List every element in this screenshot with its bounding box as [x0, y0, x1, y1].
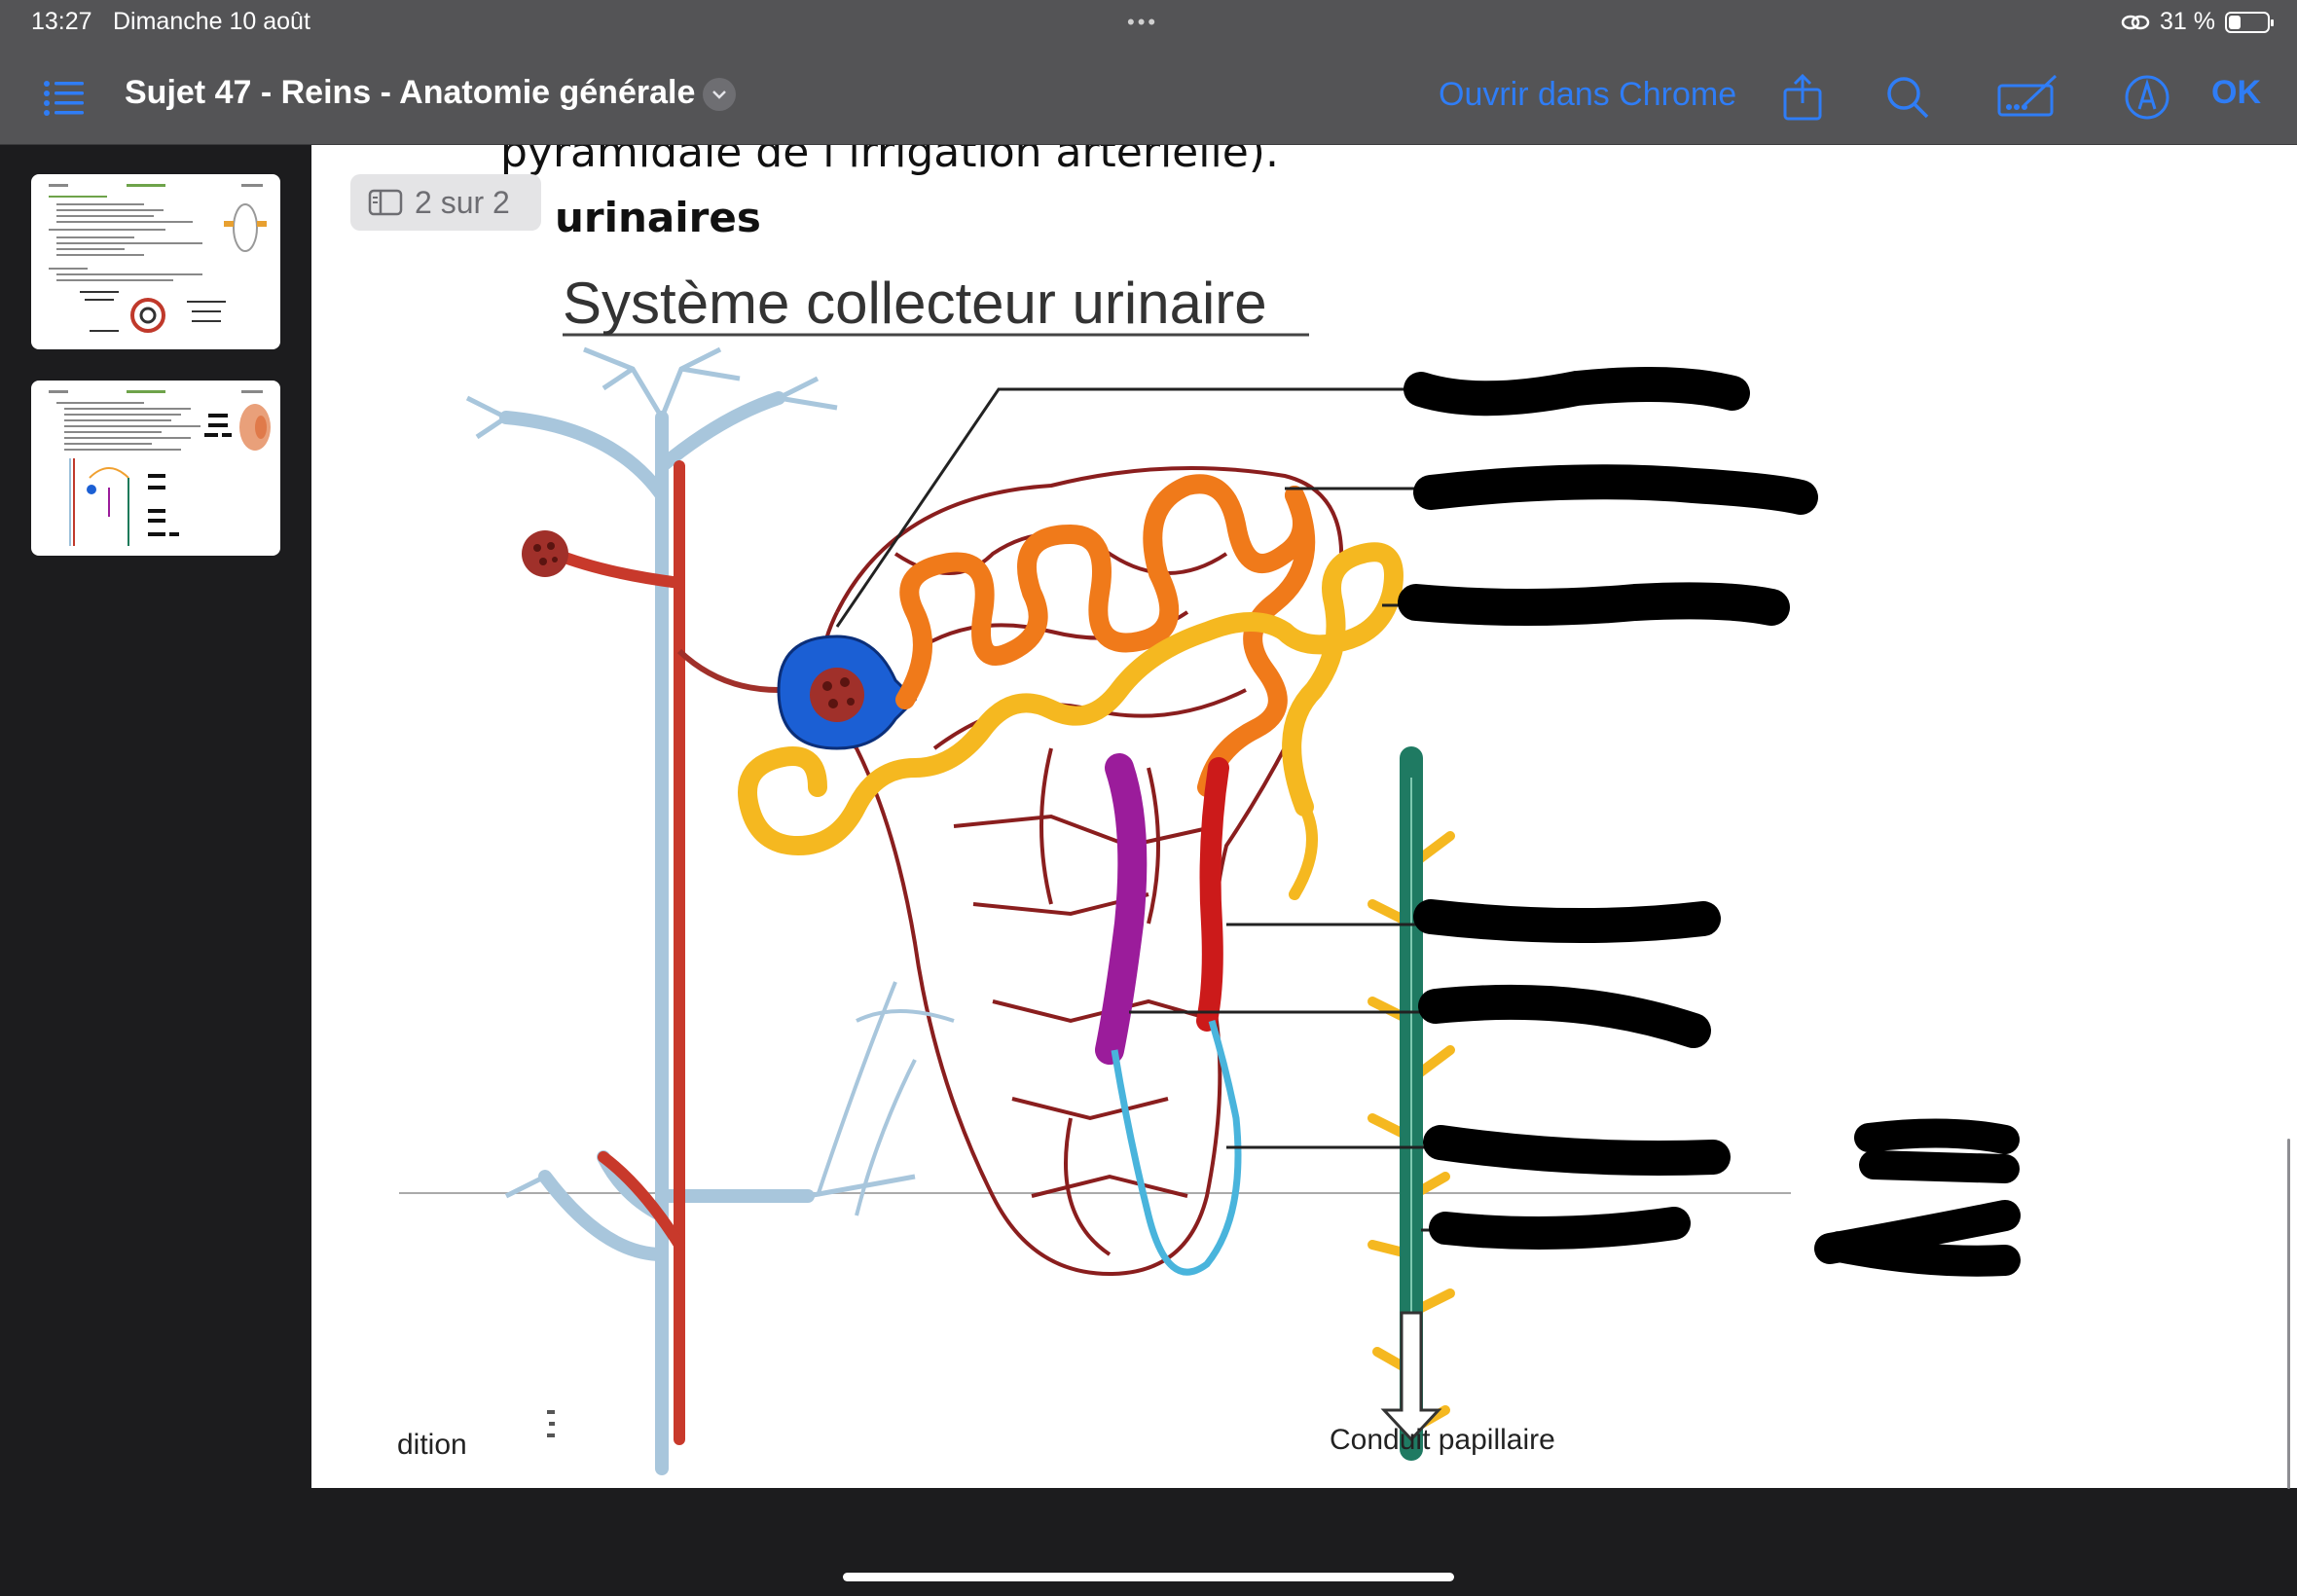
status-time: 13:27 [31, 8, 92, 35]
multitasking-dots-icon[interactable]: ••• [1127, 10, 1158, 35]
done-button[interactable]: OK [2211, 74, 2261, 112]
page-indicator[interactable]: 2 sur 2 [350, 174, 541, 231]
thumbnail-page-2[interactable] [31, 381, 280, 556]
battery-percent: 31 % [2160, 8, 2215, 35]
battery-icon [2225, 11, 2274, 33]
share-icon[interactable] [1777, 72, 1828, 123]
urinary-system-diagram: Système collecteur urinaire dition Condu… [397, 271, 2021, 1475]
search-icon[interactable] [1882, 72, 1933, 123]
pdf-page: Système collecteur urinaire dition Condu… [311, 145, 2297, 1488]
thumbnail-page-1[interactable] [31, 174, 280, 349]
status-right: 31 % [2121, 8, 2274, 36]
label-edition-fragment: dition [397, 1429, 467, 1461]
section-heading: urinaires [555, 194, 761, 241]
list-icon[interactable] [39, 72, 90, 123]
label-conduit-papillaire: Conduit papillaire [1330, 1424, 1555, 1456]
page-indicator-label: 2 sur 2 [415, 184, 510, 220]
document-toolbar: Sujet 47 - Reins - Anatomie générale Ouv… [0, 47, 2297, 145]
markup-icon[interactable] [1995, 72, 2060, 123]
annotate-pen-icon[interactable] [2122, 72, 2172, 123]
sidebar-icon [368, 189, 403, 216]
page-body-text: pyramidale de l’irrigation artérielle). [500, 145, 1279, 177]
open-in-chrome-button[interactable]: Ouvrir dans Chrome [1439, 76, 1736, 114]
chevron-down-icon[interactable] [703, 78, 736, 111]
page-thumbnails-sidebar [0, 145, 311, 1596]
figure-title: Système collecteur urinaire [563, 271, 1267, 336]
home-indicator[interactable] [843, 1573, 1454, 1581]
scroll-indicator[interactable] [2287, 1139, 2290, 1489]
document-title[interactable]: Sujet 47 - Reins - Anatomie générale [125, 74, 695, 112]
link-icon [2121, 15, 2150, 29]
status-bar: 13:27 Dimanche 10 août ••• 31 % [0, 0, 2297, 47]
status-date: Dimanche 10 août [113, 8, 310, 35]
